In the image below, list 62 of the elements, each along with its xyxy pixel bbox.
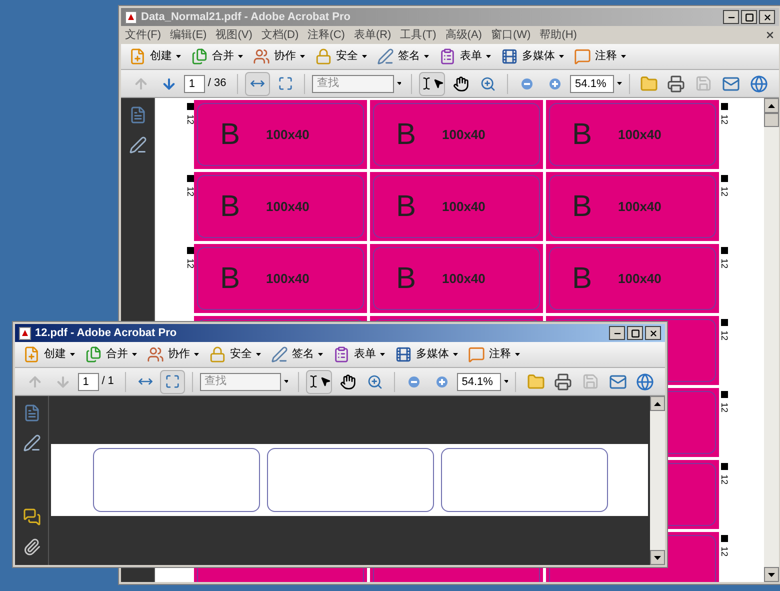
zoom-field[interactable]: 54.1% — [570, 74, 614, 92]
label-size: 100x40 — [266, 126, 310, 144]
label-size: 100x40 — [442, 126, 486, 144]
mark-label: 12 — [720, 402, 728, 412]
task-button[interactable]: 合并 — [191, 48, 243, 65]
window-title: 12.pdf - Adobe Acrobat Pro — [35, 326, 177, 341]
label-letter: B — [396, 192, 416, 222]
menu-item[interactable]: 帮助(H) — [540, 26, 577, 44]
task-button[interactable]: 注释 — [468, 346, 520, 363]
mark-label: 12 — [186, 258, 194, 268]
label-letter: B — [396, 264, 416, 294]
menu-item[interactable]: 高级(A) — [445, 26, 482, 44]
menu-item[interactable]: 表单(R) — [354, 26, 392, 44]
mark-label: 12 — [720, 186, 728, 196]
task-button[interactable]: 注释 — [574, 48, 626, 65]
page-field[interactable]: 1 — [78, 372, 99, 390]
task-button[interactable]: 创建 — [129, 48, 181, 65]
mark-label: 12 — [720, 330, 728, 340]
label-letter: B — [220, 192, 240, 222]
task-button[interactable]: 多媒体 — [395, 346, 458, 363]
label-size: 100x40 — [618, 270, 662, 288]
task-button[interactable]: 表单 — [439, 48, 491, 65]
page-field[interactable]: 1 — [184, 74, 205, 92]
window-title: Data_Normal21.pdf - Adobe Acrobat Pro — [141, 10, 350, 25]
task-button[interactable]: 协作 — [147, 346, 199, 363]
mark-label: 12 — [720, 258, 728, 268]
label-letter: B — [220, 120, 240, 150]
label-letter: B — [572, 264, 592, 294]
task-button[interactable]: 签名 — [377, 48, 429, 65]
menu-item[interactable]: 工具(T) — [400, 26, 436, 44]
menu-item[interactable]: 注释(C) — [308, 26, 345, 44]
menu-item[interactable]: 文件(F) — [125, 26, 162, 44]
mark-label: 12 — [186, 114, 194, 124]
menu-item[interactable]: 文档(D) — [261, 26, 299, 44]
label-size: 100x40 — [618, 198, 662, 216]
mark-label: 12 — [720, 114, 728, 124]
task-button[interactable]: 多媒体 — [501, 48, 564, 65]
task-button[interactable]: 安全 — [209, 346, 261, 363]
menu-item[interactable]: 视图(V) — [216, 26, 252, 44]
task-button[interactable]: 协作 — [253, 48, 305, 65]
label-size: 100x40 — [442, 270, 486, 288]
mark-label: 12 — [186, 186, 194, 196]
label-size: 100x40 — [618, 126, 662, 144]
page-total: / 36 — [208, 76, 226, 92]
label-letter: B — [220, 264, 240, 294]
mark-label: 12 — [720, 474, 728, 484]
task-button[interactable]: 表单 — [333, 346, 385, 363]
page-total: / 1 — [102, 374, 114, 390]
mark-label: 12 — [720, 546, 728, 556]
task-button[interactable]: 安全 — [315, 48, 367, 65]
label-letter: B — [572, 192, 592, 222]
label-size: 100x40 — [266, 270, 310, 288]
task-button[interactable]: 合并 — [85, 346, 137, 363]
menu-item[interactable]: 窗口(W) — [490, 26, 531, 44]
label-letter: B — [396, 120, 416, 150]
task-button[interactable]: 签名 — [271, 346, 323, 363]
label-letter: B — [572, 120, 592, 150]
zoom-field[interactable]: 54.1% — [456, 372, 501, 390]
task-button[interactable]: 创建 — [23, 346, 75, 363]
label-size: 100x40 — [266, 198, 310, 216]
label-size: 100x40 — [442, 198, 486, 216]
menu-item[interactable]: 编辑(E) — [170, 26, 207, 44]
